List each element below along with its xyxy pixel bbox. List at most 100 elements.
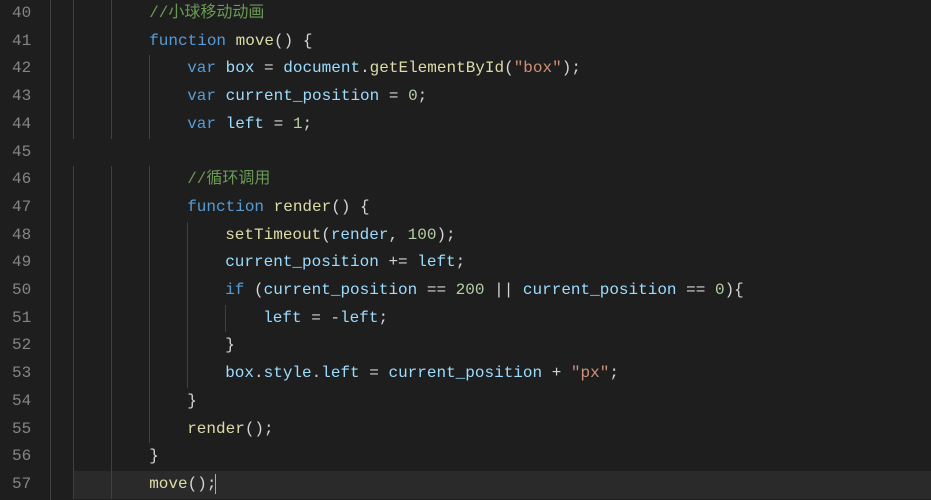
indent-guide	[225, 305, 263, 333]
indent-guide	[73, 332, 111, 360]
code-token: (	[504, 59, 514, 77]
code-token: current_position	[226, 87, 380, 105]
code-line[interactable]: var current_position = 0;	[73, 83, 931, 111]
code-token	[379, 253, 389, 271]
line-number: 45	[12, 139, 31, 167]
code-token: document	[283, 59, 360, 77]
code-token: ;	[378, 309, 388, 327]
indent-guide	[73, 305, 111, 333]
indent-guide	[111, 249, 149, 277]
code-line[interactable]: var left = 1;	[73, 111, 931, 139]
code-token: ==	[427, 281, 456, 299]
code-token: render	[187, 420, 245, 438]
code-token: left	[340, 309, 378, 327]
code-token: style	[264, 364, 312, 382]
indent-guide	[73, 471, 111, 499]
line-number: 54	[12, 388, 31, 416]
line-number: 55	[12, 416, 31, 444]
indent-guide	[73, 222, 111, 250]
indent-guide	[73, 388, 111, 416]
code-token: current_position	[225, 253, 379, 271]
code-line[interactable]: move();	[73, 471, 931, 499]
code-token	[216, 59, 226, 77]
indent-guide	[111, 222, 149, 250]
code-line[interactable]: function move() {	[73, 28, 931, 56]
indent-guide	[149, 360, 187, 388]
code-token	[677, 281, 687, 299]
indent-guide	[111, 277, 149, 305]
code-token: 1	[293, 115, 303, 133]
code-token	[360, 364, 370, 382]
code-line[interactable]: }	[73, 388, 931, 416]
code-line[interactable]: //小球移动动画	[73, 0, 931, 28]
indent-guide	[111, 443, 149, 471]
code-token: .	[360, 59, 370, 77]
indent-guide	[111, 305, 149, 333]
indent-guide	[111, 0, 149, 28]
indent-guide	[111, 83, 149, 111]
code-token: current_position	[523, 281, 677, 299]
code-token: +	[552, 364, 571, 382]
code-line[interactable]: box.style.left = current_position + "px"…	[73, 360, 931, 388]
code-editor[interactable]: 404142434445464748495051525354555657 //小…	[0, 0, 931, 500]
code-token	[244, 281, 254, 299]
code-line[interactable]: function render() {	[73, 194, 931, 222]
code-token	[226, 32, 236, 50]
code-line[interactable]	[73, 139, 931, 167]
indent-guide	[111, 416, 149, 444]
line-number-gutter: 404142434445464748495051525354555657	[0, 0, 49, 500]
code-area[interactable]: //小球移动动画function move() {var box = docum…	[71, 0, 931, 500]
code-line[interactable]: var box = document.getElementById("box")…	[73, 55, 931, 83]
code-token: .	[254, 364, 264, 382]
code-token: ,	[388, 226, 407, 244]
code-line[interactable]: left = -left;	[73, 305, 931, 333]
indent-guide	[187, 222, 225, 250]
indent-guide	[149, 166, 187, 194]
code-token: var	[187, 115, 216, 133]
code-token: =	[274, 115, 293, 133]
line-number: 41	[12, 28, 31, 56]
code-token: .	[312, 364, 322, 382]
code-token	[264, 198, 274, 216]
code-line[interactable]: current_position += left;	[73, 249, 931, 277]
indent-guide	[149, 305, 187, 333]
code-token: ;	[418, 87, 428, 105]
indent-guide	[73, 194, 111, 222]
code-line[interactable]: if (current_position == 200 || current_p…	[73, 277, 931, 305]
indent-guide	[187, 360, 225, 388]
indent-guide	[73, 166, 111, 194]
indent-guide	[149, 416, 187, 444]
indent-guide	[187, 249, 225, 277]
code-token: ==	[686, 281, 715, 299]
code-token: ){	[725, 281, 744, 299]
indent-guide	[187, 332, 225, 360]
code-token: 100	[408, 226, 437, 244]
code-token: =	[389, 87, 408, 105]
indent-guide	[73, 416, 111, 444]
code-token: //循环调用	[187, 170, 270, 188]
code-token	[264, 115, 274, 133]
code-token	[379, 87, 389, 105]
line-number: 48	[12, 222, 31, 250]
code-line[interactable]: setTimeout(render, 100);	[73, 222, 931, 250]
code-line[interactable]: //循环调用	[73, 166, 931, 194]
code-line[interactable]: render();	[73, 416, 931, 444]
code-token: box	[226, 59, 255, 77]
line-number: 50	[12, 277, 31, 305]
code-token: left	[321, 364, 359, 382]
code-token: =	[369, 364, 388, 382]
code-line[interactable]: }	[73, 443, 931, 471]
code-token: current_position	[388, 364, 542, 382]
indent-guide	[111, 471, 149, 499]
text-cursor	[215, 474, 216, 494]
code-token: );	[436, 226, 455, 244]
code-token: ();	[245, 420, 274, 438]
code-token: getElementById	[370, 59, 504, 77]
code-token: current_position	[264, 281, 418, 299]
code-line[interactable]: }	[73, 332, 931, 360]
code-token: var	[187, 87, 216, 105]
indent-guide	[111, 166, 149, 194]
indent-guide	[149, 277, 187, 305]
indent-guide	[111, 332, 149, 360]
code-token: ;	[456, 253, 466, 271]
